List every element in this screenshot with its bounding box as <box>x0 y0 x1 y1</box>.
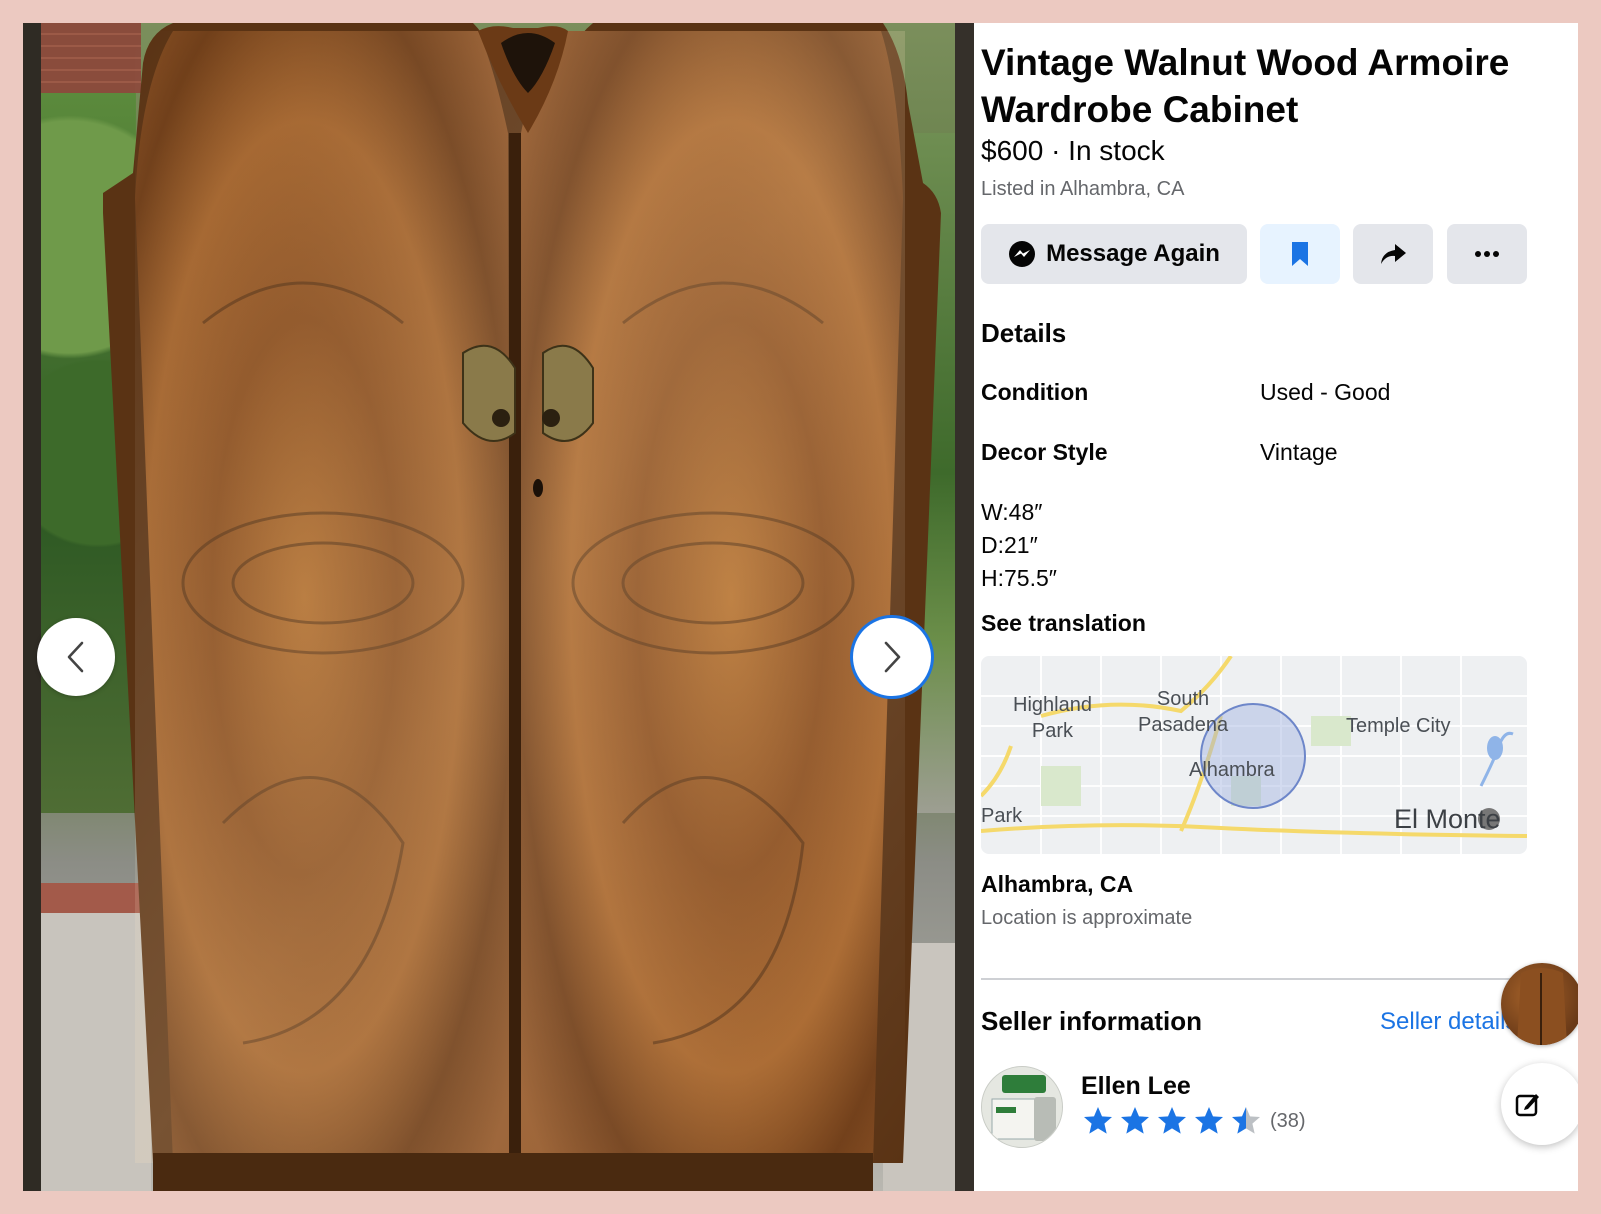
bookmark-icon <box>1292 242 1308 266</box>
description-width: W:48″ <box>981 499 1043 525</box>
share-arrow-icon <box>1381 244 1406 264</box>
description-depth: D:21″ <box>981 532 1038 558</box>
message-again-label: Message Again <box>1046 240 1220 267</box>
seller-name[interactable]: Ellen Lee <box>1081 1072 1191 1101</box>
new-message-button[interactable] <box>1501 1063 1578 1145</box>
star-icon <box>1158 1107 1186 1134</box>
half-star-icon <box>1232 1107 1260 1134</box>
rating-count: (38) <box>1270 1109 1306 1132</box>
listing-location-line: Listed in Alhambra, CA <box>981 178 1185 200</box>
armoire-photo <box>103 23 941 1191</box>
previous-photo-button[interactable] <box>37 618 115 696</box>
more-dots-icon <box>1475 251 1499 257</box>
seller-information-heading: Seller information <box>981 1006 1203 1036</box>
listing-photo-viewer <box>23 23 974 1191</box>
armoire-thumbnail <box>1517 968 1567 1045</box>
condition-value: Used - Good <box>1260 379 1391 405</box>
location-map[interactable]: Highland Park South Pasadena Temple City A… <box>981 656 1527 854</box>
map-label-alhambra: Alhambra <box>1189 759 1275 781</box>
seller-avatar-image <box>982 1067 1062 1147</box>
section-divider <box>981 978 1527 980</box>
save-button[interactable] <box>1260 224 1340 284</box>
listing-details-panel: Vintage Walnut Wood Armoire Wardrobe Cab… <box>981 23 1578 1191</box>
seller-rating: (38) <box>1081 1105 1306 1137</box>
decor-style-value: Vintage <box>1260 439 1338 465</box>
star-icon <box>1121 1107 1149 1134</box>
decor-style-label: Decor Style <box>981 439 1108 465</box>
star-icon <box>1084 1107 1112 1134</box>
next-photo-button[interactable] <box>853 618 931 696</box>
location-note: Location is approximate <box>981 907 1193 929</box>
description-height: H:75.5″ <box>981 565 1057 591</box>
seller-avatar[interactable] <box>981 1066 1063 1148</box>
message-again-button[interactable]: Message Again <box>981 224 1247 284</box>
map-label-temple-city: Temple City <box>1346 715 1451 737</box>
seller-details-link[interactable]: Seller details <box>1380 1008 1517 1036</box>
chat-thumbnail-bubble[interactable] <box>1501 963 1578 1045</box>
listing-title: Vintage Walnut Wood Armoire Wardrobe Cab… <box>981 42 1510 130</box>
map-label-park: Park <box>981 805 1023 827</box>
chevron-right-icon <box>884 641 901 673</box>
listing-price: $600 · In stock <box>981 135 1165 166</box>
star-icon <box>1195 1107 1223 1134</box>
more-options-button[interactable] <box>1447 224 1527 284</box>
messenger-icon <box>1009 241 1036 267</box>
marketplace-listing-window: Vintage Walnut Wood Armoire Wardrobe Cab… <box>23 23 1578 1191</box>
listing-action-bar: Message Again <box>981 224 1527 284</box>
details-heading: Details <box>981 318 1067 348</box>
chevron-left-icon <box>67 641 84 673</box>
map-label-el-monte: El Monte <box>1394 804 1501 834</box>
map-label-highland-park: Highland Park <box>1013 694 1092 742</box>
see-translation-link[interactable]: See translation <box>981 610 1146 637</box>
map-label-south-pasadena: South Pasadena <box>1138 688 1229 736</box>
location-city: Alhambra, CA <box>981 871 1134 897</box>
share-button[interactable] <box>1353 224 1433 284</box>
condition-label: Condition <box>981 379 1089 405</box>
compose-icon <box>1515 1094 1539 1117</box>
